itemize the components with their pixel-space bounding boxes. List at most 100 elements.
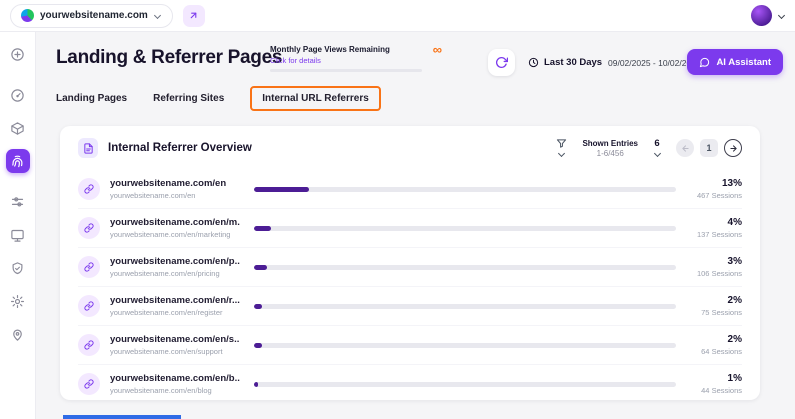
page-title: Landing & Referrer Pages (56, 47, 282, 69)
infinity-icon: ∞ (433, 45, 442, 54)
prev-page-button[interactable] (676, 139, 694, 157)
gauge-icon (10, 88, 25, 103)
tab-landing-pages[interactable]: Landing Pages (56, 87, 127, 110)
fingerprint-icon (10, 154, 25, 169)
arrow-left-icon (681, 144, 690, 153)
table-row[interactable]: yourwebsitename.com/en/p... yourwebsiten… (78, 247, 742, 286)
tab-bar: Landing Pages Referring Sites Internal U… (56, 86, 381, 111)
percent-value: 1% (690, 373, 742, 384)
gear-icon (10, 294, 25, 309)
ai-assistant-button[interactable]: AI Assistant (687, 49, 783, 75)
sidebar-item-plus-circle[interactable] (6, 42, 30, 66)
sidebar-item-fingerprint[interactable] (6, 149, 30, 173)
arrow-right-icon (729, 144, 738, 153)
sessions-count: 75 Sessions (690, 308, 742, 317)
sidebar-item-sliders[interactable] (6, 190, 30, 214)
link-icon (78, 373, 100, 395)
clock-icon (528, 57, 539, 68)
next-page-button[interactable] (724, 139, 742, 157)
referrer-url-full: yourwebsitename.com/en (110, 191, 240, 200)
sessions-count: 106 Sessions (690, 269, 742, 278)
shown-entries-value: 1-6/456 (582, 149, 638, 158)
user-menu[interactable] (751, 5, 785, 26)
app-window: yourwebsitename.com Landing & Referrer P… (0, 0, 795, 419)
table-row[interactable]: yourwebsitename.com/en yourwebsitename.c… (78, 170, 742, 208)
card-tools: Shown Entries 1-6/456 6 1 (556, 138, 742, 158)
tab-referring-sites[interactable]: Referring Sites (153, 87, 224, 110)
period-selector[interactable]: Last 30 Days (528, 57, 602, 68)
site-selector[interactable]: yourwebsitename.com (10, 4, 173, 28)
sidebar-item-box[interactable] (6, 116, 30, 140)
table-row[interactable]: yourwebsitename.com/en/s... yourwebsiten… (78, 325, 742, 364)
sessions-bar (254, 226, 676, 231)
period-label: Last 30 Days (544, 57, 602, 68)
sliders-icon (10, 195, 25, 210)
referrer-url: yourwebsitename.com/en (110, 178, 240, 189)
chevron-down-icon (558, 150, 566, 158)
sessions-bar (254, 382, 676, 387)
monitor-icon (10, 228, 25, 243)
table-row[interactable]: yourwebsitename.com/en/r... yourwebsiten… (78, 286, 742, 325)
referrer-url: yourwebsitename.com/en/s... (110, 334, 240, 345)
sessions-count: 467 Sessions (690, 191, 742, 200)
link-icon (78, 217, 100, 239)
chevron-down-icon (777, 12, 785, 20)
sessions-bar-fill (254, 265, 267, 270)
link-icon (78, 334, 100, 356)
plus-circle-icon (10, 47, 25, 62)
sidebar-item-monitor[interactable] (6, 223, 30, 247)
table-row[interactable]: yourwebsitename.com/en/b... yourwebsiten… (78, 364, 742, 403)
shield-icon (10, 261, 25, 276)
chevron-down-icon (154, 12, 162, 20)
table-row[interactable]: yourwebsitename.com/en/m... yourwebsiten… (78, 208, 742, 247)
referrer-url-full: yourwebsitename.com/en/support (110, 347, 240, 356)
pagination: 1 (676, 139, 742, 157)
chat-icon (699, 57, 710, 68)
refresh-icon (495, 56, 508, 69)
current-page[interactable]: 1 (700, 139, 718, 157)
card-title: Internal Referrer Overview (108, 142, 252, 154)
box-icon (10, 121, 25, 136)
monthly-views-label: Monthly Page Views Remaining (270, 45, 390, 54)
sessions-bar-fill (254, 304, 262, 309)
sessions-count: 64 Sessions (690, 347, 742, 356)
open-external-button[interactable] (183, 5, 205, 27)
sidebar-nav (0, 32, 36, 419)
referrer-url-full: yourwebsitename.com/en/marketing (110, 230, 240, 239)
topbar: yourwebsitename.com (0, 0, 795, 32)
sessions-count: 44 Sessions (690, 386, 742, 395)
link-icon (78, 256, 100, 278)
referrer-url-full: yourwebsitename.com/en/pricing (110, 269, 240, 278)
click-for-details-link[interactable]: Click for details (270, 56, 442, 65)
sessions-bar (254, 265, 676, 270)
percent-value: 2% (690, 334, 742, 345)
sessions-bar (254, 304, 676, 309)
site-logo-icon (21, 9, 34, 22)
referrer-url-full: yourwebsitename.com/en/blog (110, 386, 240, 395)
referrer-url-full: yourwebsitename.com/en/register (110, 308, 240, 317)
sidebar-item-shield[interactable] (6, 256, 30, 280)
percent-value: 2% (690, 295, 742, 306)
bottom-strip (63, 415, 181, 419)
referrer-rows: yourwebsitename.com/en yourwebsitename.c… (60, 170, 760, 403)
avatar[interactable] (751, 5, 772, 26)
monthly-views-widget: Monthly Page Views Remaining ∞ Click for… (270, 45, 442, 72)
internal-referrer-card: Internal Referrer Overview Shown Entries… (60, 126, 760, 400)
sidebar-item-map-pin[interactable] (6, 322, 30, 346)
tab-internal-url-referrers[interactable]: Internal URL Referrers (250, 86, 381, 111)
percent-value: 13% (690, 178, 742, 189)
refresh-button[interactable] (488, 49, 515, 76)
filter-button[interactable] (556, 138, 567, 158)
main-content: Landing & Referrer Pages Monthly Page Vi… (36, 32, 795, 419)
sidebar-item-gauge[interactable] (6, 83, 30, 107)
page-size-select[interactable]: 6 (653, 138, 661, 158)
map-pin-icon (10, 327, 25, 342)
arrow-up-right-icon (188, 10, 199, 21)
referrer-url: yourwebsitename.com/en/r... (110, 295, 240, 306)
sessions-bar (254, 343, 676, 348)
ai-assistant-label: AI Assistant (716, 57, 771, 68)
referrer-url: yourwebsitename.com/en/p... (110, 256, 240, 267)
sidebar-item-gear[interactable] (6, 289, 30, 313)
percent-value: 3% (690, 256, 742, 267)
referrer-url: yourwebsitename.com/en/m... (110, 217, 240, 228)
